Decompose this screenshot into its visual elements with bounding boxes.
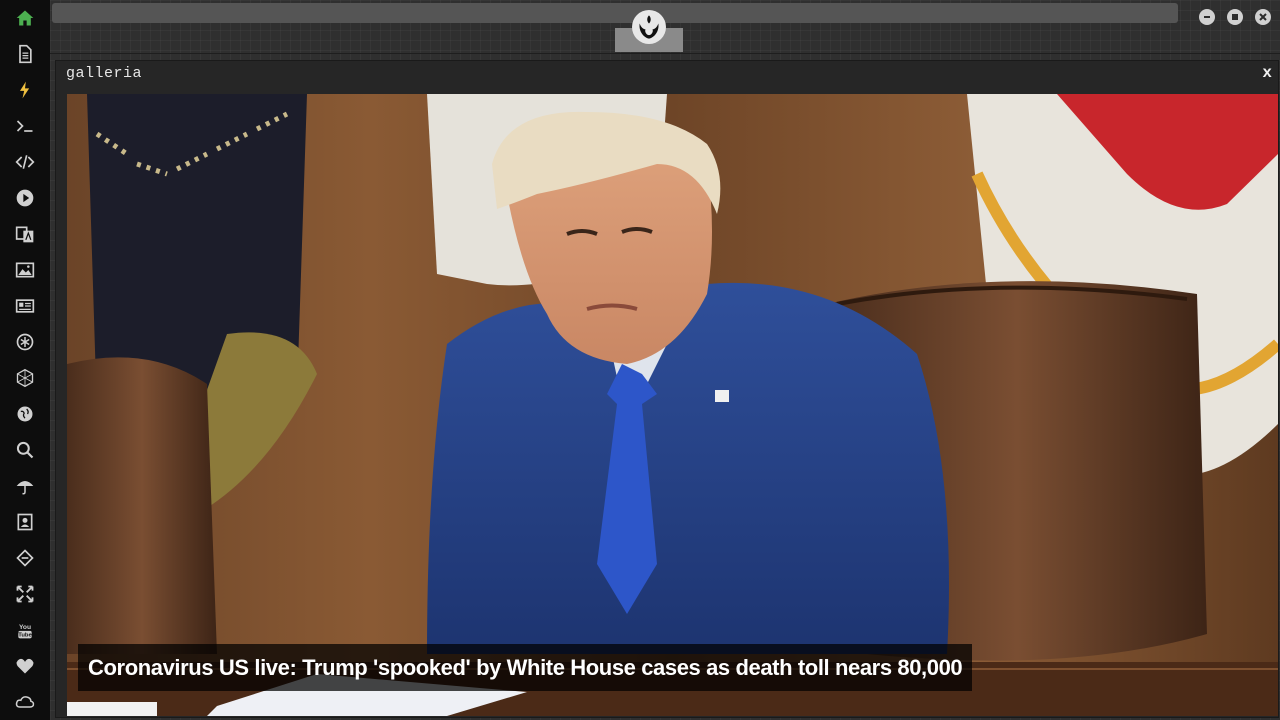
sidebar-item-rebel-alliance[interactable] — [13, 330, 37, 354]
minimize-button[interactable] — [1199, 9, 1215, 25]
sidebar-item-code[interactable] — [13, 150, 37, 174]
sidebar-item-play[interactable] — [13, 186, 37, 210]
close-icon — [1259, 13, 1267, 21]
close-button[interactable] — [1255, 9, 1271, 25]
sidebar-item-search[interactable] — [13, 438, 37, 462]
sidebar-item-cloud[interactable] — [13, 690, 37, 714]
svg-text:You: You — [19, 624, 31, 631]
rebel-alliance-logo-icon — [639, 15, 659, 39]
code-icon — [15, 155, 35, 169]
diamond-arrows-icon — [16, 549, 34, 567]
address-bar[interactable] — [52, 3, 1178, 23]
maximize-button[interactable] — [1227, 9, 1243, 25]
sidebar-item-home[interactable] — [13, 6, 37, 30]
sidebar-item-globe[interactable] — [13, 402, 37, 426]
photo-caption-text: Coronavirus US live: Trump 'spooked' by … — [88, 654, 963, 680]
home-icon — [16, 10, 34, 26]
umbrella-icon — [16, 481, 34, 495]
terminal-icon — [16, 120, 33, 132]
cloud-icon — [15, 696, 35, 708]
document-icon — [19, 44, 32, 64]
sidebar-item-newspaper[interactable] — [13, 294, 37, 318]
header-separator — [50, 53, 1280, 54]
sidebar-item-network[interactable] — [13, 366, 37, 390]
sidebar-item-image[interactable] — [13, 258, 37, 282]
sidebar-item-heart[interactable] — [13, 654, 37, 678]
gallery-photo[interactable]: Coronavirus US live: Trump 'spooked' by … — [67, 94, 1278, 716]
translate-icon — [15, 226, 34, 243]
svg-text:Tube: Tube — [18, 633, 32, 639]
minimize-icon — [1204, 16, 1210, 18]
expand-icon — [16, 585, 34, 603]
play-icon — [16, 189, 34, 207]
network-icon — [16, 368, 34, 388]
rebel-logo-button[interactable] — [632, 10, 666, 44]
panel-title: galleria — [66, 65, 143, 82]
sidebar-item-terminal[interactable] — [13, 114, 37, 138]
gallery-panel: galleria x Coronavirus US live: Trump 's… — [55, 60, 1279, 718]
sidebar-item-document[interactable] — [13, 42, 37, 66]
sidebar-item-lightning[interactable] — [13, 78, 37, 102]
sidebar: You Tube — [0, 0, 50, 720]
newspaper-icon — [15, 299, 35, 313]
sidebar-item-youtube[interactable]: You Tube — [13, 618, 37, 642]
image-icon — [15, 262, 35, 278]
sidebar-item-diamond-arrows[interactable] — [13, 546, 37, 570]
youtube-icon: You Tube — [18, 624, 32, 639]
lightning-icon — [20, 81, 30, 99]
maximize-icon — [1232, 14, 1238, 20]
heart-icon — [16, 658, 34, 674]
search-icon — [16, 441, 34, 459]
sidebar-item-contact-card[interactable] — [13, 510, 37, 534]
photo-caption: Coronavirus US live: Trump 'spooked' by … — [78, 644, 973, 691]
sidebar-item-expand[interactable] — [13, 582, 37, 606]
panel-close-button[interactable]: x — [1262, 64, 1272, 82]
sidebar-item-umbrella[interactable] — [13, 474, 37, 498]
sidebar-item-translate[interactable] — [13, 222, 37, 246]
news-photo — [67, 94, 1278, 716]
globe-icon — [17, 406, 33, 422]
rebel-alliance-icon — [16, 333, 34, 351]
contact-card-icon — [17, 513, 33, 531]
